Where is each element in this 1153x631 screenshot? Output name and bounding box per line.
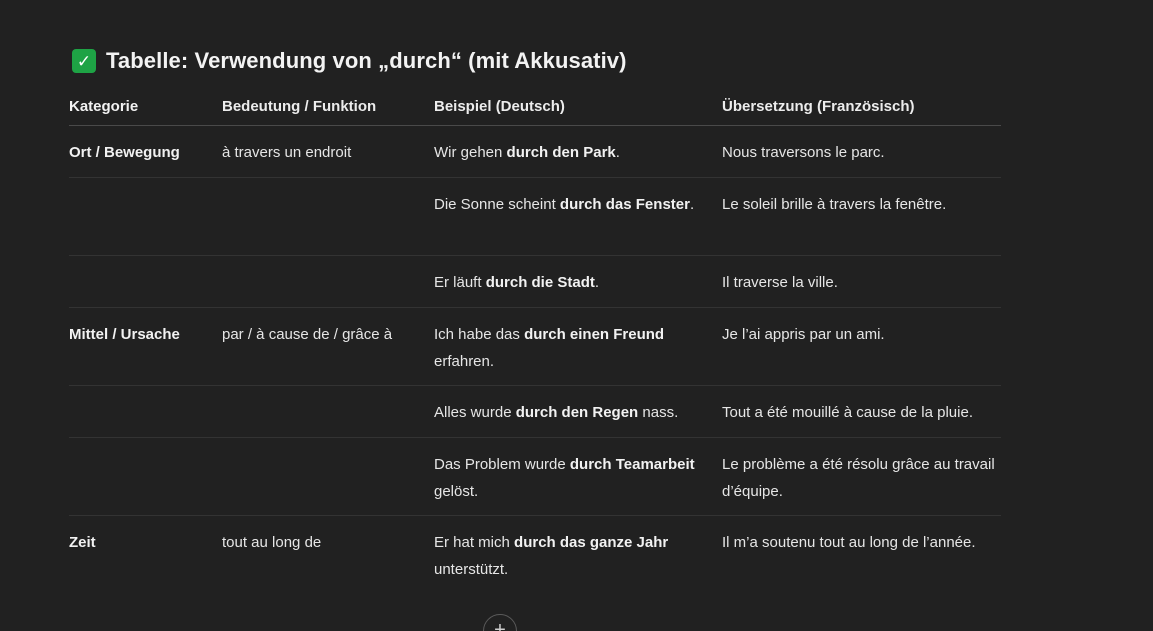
cell-translation: Il m’a soutenu tout au long de l’année.	[722, 534, 976, 551]
cell-category: Ort / Bewegung	[69, 144, 180, 161]
example-text: Ich habe das	[434, 326, 525, 343]
header-beispiel: Beispiel (Deutsch)	[434, 98, 565, 115]
example-highlight: durch das Fenster	[559, 196, 690, 213]
example-text: unterstützt.	[434, 561, 509, 578]
example-text: Die Sonne scheint	[434, 196, 560, 213]
cell-meaning: à travers un endroit	[222, 144, 352, 161]
table-row: Die Sonne scheint durch das Fenster. Le s…	[69, 178, 1001, 256]
cell-example: Ich habe das durch einen Freund erfahren…	[434, 321, 696, 375]
header-kategorie: Kategorie	[69, 98, 139, 115]
example-text: .	[615, 144, 620, 161]
table-row: Mittel / Ursache par / à cause de / grâce…	[69, 308, 1001, 386]
example-highlight: durch den Park	[506, 144, 616, 161]
cell-translation: Le problème a été résolu grâce au travai…	[722, 456, 995, 500]
table-header-row: Kategorie Bedeutung / Funktion Beispiel …	[69, 88, 1001, 126]
example-highlight: durch das ganze Jahr	[514, 534, 669, 551]
chat-page: ✓ Tabelle: Verwendung von „durch“ (mit A…	[0, 0, 1153, 631]
header-uebersetzung: Übersetzung (Französisch)	[722, 98, 915, 115]
cell-translation: Nous traversons le parc.	[722, 144, 885, 161]
cell-example: Wir gehen durch den Park.	[434, 139, 696, 166]
example-text: Alles wurde	[434, 404, 516, 421]
cell-category: Mittel / Ursache	[69, 326, 180, 343]
example-text: erfahren.	[434, 353, 495, 370]
check-mark-icon: ✓	[72, 49, 96, 73]
cell-example: Die Sonne scheint durch das Fenster.	[434, 191, 696, 218]
example-text: Er hat mich	[434, 534, 515, 551]
table-row: Das Problem wurde durch Teamarbeit gelös…	[69, 438, 1001, 516]
cell-example: Er läuft durch die Stadt.	[434, 269, 696, 296]
cell-example: Er hat mich durch das ganze Jahr unterst…	[434, 529, 696, 583]
example-text: Wir gehen	[434, 144, 507, 161]
example-highlight: durch Teamarbeit	[569, 456, 695, 473]
cell-example: Das Problem wurde durch Teamarbeit gelös…	[434, 451, 696, 505]
example-text: gelöst.	[434, 483, 479, 500]
cell-category: Zeit	[69, 534, 96, 551]
table-heading: ✓ Tabelle: Verwendung von „durch“ (mit A…	[72, 48, 627, 74]
table-heading-title: Tabelle: Verwendung von „durch“ (mit Akk…	[106, 48, 627, 73]
cell-translation: Tout a été mouillé à cause de la pluie.	[722, 404, 973, 421]
example-text: nass.	[638, 404, 679, 421]
add-button[interactable]: +	[483, 614, 517, 631]
example-text: .	[594, 274, 600, 291]
cell-translation: Je l’ai appris par un ami.	[722, 326, 885, 343]
example-text: .	[689, 196, 695, 213]
example-text: Das Problem wurde	[434, 456, 570, 473]
cell-example: Alles wurde durch den Regen nass.	[434, 399, 696, 426]
durch-usage-table: Kategorie Bedeutung / Funktion Beispiel …	[69, 88, 1001, 586]
cell-translation: Il traverse la ville.	[722, 274, 838, 291]
plus-icon: +	[494, 619, 506, 631]
table-row: Alles wurde durch den Regen nass. Tout a …	[69, 386, 1001, 438]
table-body: Ort / Bewegung à travers un endroit Wir ge…	[69, 126, 1001, 586]
cell-meaning: par / à cause de / grâce à	[222, 326, 393, 343]
table-row: Zeit tout au long de Er hat mich durch das…	[69, 516, 1001, 586]
cell-translation: Le soleil brille à travers la fenêtre.	[722, 196, 947, 213]
example-text: Er läuft	[434, 274, 486, 291]
table-row: Er läuft durch die Stadt. Il traverse la …	[69, 256, 1001, 308]
cell-meaning: tout au long de	[222, 534, 322, 551]
example-highlight: durch den Regen	[515, 404, 639, 421]
header-bedeutung: Bedeutung / Funktion	[222, 98, 377, 115]
example-highlight: durch die Stadt	[485, 274, 595, 291]
table-row: Ort / Bewegung à travers un endroit Wir ge…	[69, 126, 1001, 178]
example-highlight: durch einen Freund	[524, 326, 665, 343]
